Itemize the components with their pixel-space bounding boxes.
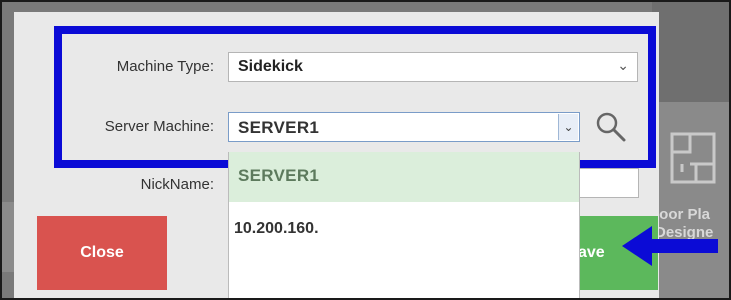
background-edge [2,202,14,272]
highlight-box [54,26,656,168]
nickname-label: NickName: [140,176,214,193]
dropdown-option-label: 10.200.160. [234,220,319,237]
nickname-input[interactable] [574,168,639,198]
arrow-left-icon [622,226,718,266]
screenshot-frame: loor Pla Designe Machine Type: Sidekick … [0,0,731,300]
dropdown-option[interactable]: 10.200.160. [229,214,579,244]
close-button[interactable]: Close [37,216,167,290]
server-dropdown-list: SERVER1 10.200.160. [228,152,580,298]
floor-plan-icon [670,132,716,184]
dropdown-option-label: SERVER1 [238,166,320,185]
machine-dialog: Machine Type: Sidekick ⌄ Server Machine:… [14,12,659,298]
dropdown-option[interactable]: SERVER1 [229,152,579,202]
